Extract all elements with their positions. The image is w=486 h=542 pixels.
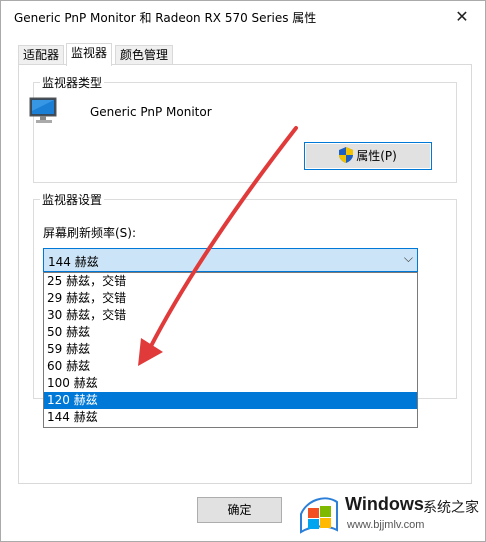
refresh-rate-option-120[interactable]: 120 赫兹 xyxy=(44,392,417,409)
refresh-rate-option-30[interactable]: 30 赫兹，交错 xyxy=(44,307,417,324)
properties-button-label: 属性(P) xyxy=(356,149,397,163)
refresh-rate-option-144[interactable]: 144 赫兹 xyxy=(44,409,417,426)
chevron-down-icon: ⌵ xyxy=(403,251,413,265)
close-icon: ✕ xyxy=(455,7,469,26)
site-watermark: Windows 系统之家 www.bjjmlv.com xyxy=(293,488,483,538)
refresh-rate-option-100[interactable]: 100 赫兹 xyxy=(44,375,417,392)
refresh-rate-selected-value: 144 赫兹 xyxy=(48,255,99,269)
tab-color-management[interactable]: 颜色管理 xyxy=(115,45,174,65)
watermark-brand: Windows xyxy=(345,494,424,514)
close-button[interactable]: ✕ xyxy=(447,3,477,31)
watermark-brand-cn: 系统之家 xyxy=(423,500,479,516)
refresh-rate-option-29[interactable]: 29 赫兹，交错 xyxy=(44,290,417,307)
monitor-name: Generic PnP Monitor xyxy=(90,105,212,119)
tab-adapter[interactable]: 适配器 xyxy=(18,45,65,65)
refresh-rate-option-25[interactable]: 25 赫兹，交错 xyxy=(44,273,417,290)
monitor-settings-label: 监视器设置 xyxy=(40,191,105,208)
display-properties-dialog: Generic PnP Monitor 和 Radeon RX 570 Seri… xyxy=(0,0,486,542)
monitor-icon xyxy=(29,97,57,123)
watermark-url: www.bjjmlv.com xyxy=(347,519,425,531)
refresh-rate-label: 屏幕刷新频率(S): xyxy=(43,226,137,240)
tab-monitor[interactable]: 监视器 xyxy=(66,43,113,66)
properties-button[interactable]: 属性(P) xyxy=(304,142,432,170)
uac-shield-icon xyxy=(339,147,354,163)
title-bar: Generic PnP Monitor 和 Radeon RX 570 Seri… xyxy=(1,1,485,33)
refresh-rate-select[interactable]: 144 赫兹 ⌵ xyxy=(43,248,418,272)
refresh-rate-option-50[interactable]: 50 赫兹 xyxy=(44,324,417,341)
monitor-type-label: 监视器类型 xyxy=(40,74,105,91)
refresh-rate-dropdown-list: 25 赫兹，交错 29 赫兹，交错 30 赫兹，交错 50 赫兹 59 赫兹 6… xyxy=(43,272,418,428)
windows-logo-icon xyxy=(300,497,338,534)
refresh-rate-option-59[interactable]: 59 赫兹 xyxy=(44,341,417,358)
refresh-rate-option-60[interactable]: 60 赫兹 xyxy=(44,358,417,375)
ok-button[interactable]: 确定 xyxy=(197,497,282,523)
window-title: Generic PnP Monitor 和 Radeon RX 570 Seri… xyxy=(14,11,317,25)
